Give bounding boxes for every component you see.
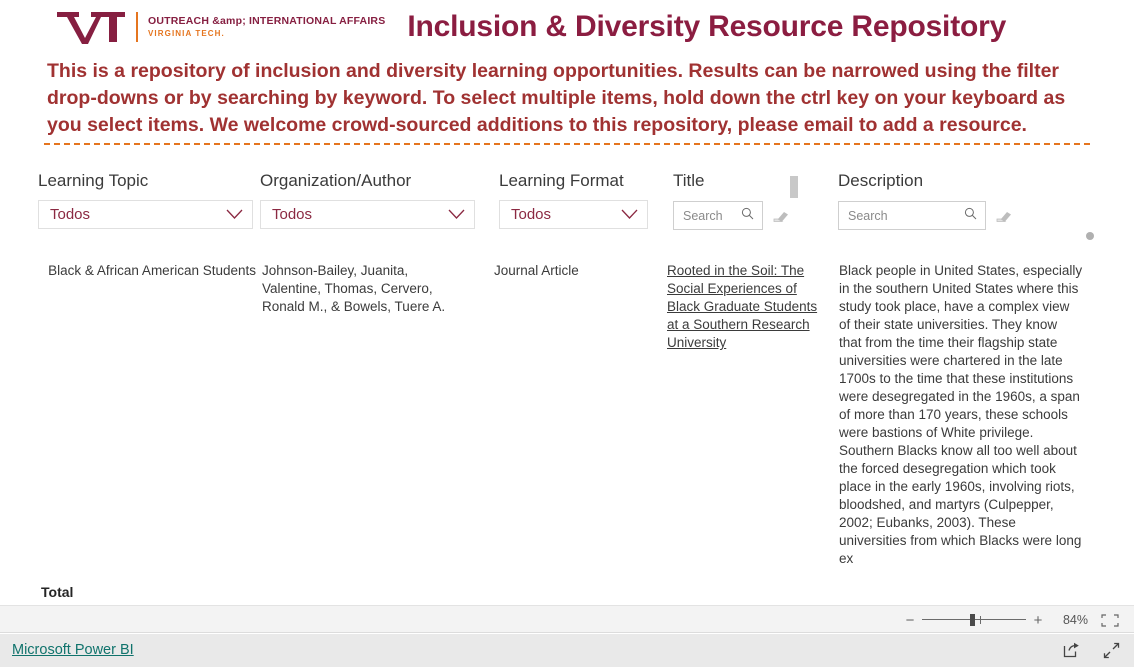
logo-unit-name: OUTREACH &amp; INTERNATIONAL AFFAIRS [148, 15, 386, 28]
eraser-icon-title[interactable] [772, 207, 789, 225]
report-footer: Microsoft Power BI [0, 634, 1134, 667]
filter-bar: Learning Topic Todos Organization/Author… [0, 170, 1134, 250]
intro-paragraph: This is a repository of inclusion and di… [47, 60, 1066, 136]
zoom-slider[interactable] [922, 613, 1026, 627]
results-table: Black & African American Students Johnso… [0, 262, 1134, 582]
page-title: Inclusion & Diversity Resource Repositor… [407, 10, 1007, 43]
search-label-title: Title [673, 171, 705, 190]
zoom-control: − + 84% [904, 606, 1120, 634]
zoom-out-button[interactable]: − [904, 613, 916, 628]
powerbi-report-page: OUTREACH &amp; INTERNATIONAL AFFAIRS VIR… [0, 0, 1134, 667]
zoom-percent-label: 84% [1062, 613, 1088, 627]
dropdown-value-learning-topic: Todos [50, 206, 91, 223]
total-label: Total [41, 584, 74, 600]
logo-university-name: VIRGINIA TECH. [148, 28, 225, 38]
chevron-down-icon [448, 209, 465, 220]
chevron-down-icon [621, 209, 638, 220]
search-label-description: Description [838, 171, 924, 190]
zoom-slider-thumb[interactable] [970, 614, 975, 626]
cell-organization-author: Johnson-Bailey, Juanita, Valentine, Thom… [262, 263, 446, 314]
title-column-scrollbar[interactable] [790, 176, 798, 198]
zoom-slider-tick [980, 616, 981, 624]
filter-organization-author: Organization/Author Todos [260, 170, 475, 229]
logo-text-block: OUTREACH &amp; INTERNATIONAL AFFAIRS VIR… [148, 16, 385, 38]
header-divider [44, 143, 1090, 145]
search-description: Description [838, 170, 1016, 230]
cell-title: Rooted in the Soil: The Social Experienc… [667, 262, 831, 352]
search-row-description [838, 201, 1016, 230]
search-icon[interactable] [964, 207, 977, 225]
vt-brand-lockup: OUTREACH &amp; INTERNATIONAL AFFAIRS VIR… [55, 6, 385, 48]
dropdown-learning-topic[interactable]: Todos [38, 200, 253, 229]
footer-icon-group [1062, 641, 1120, 659]
search-title: Title [673, 170, 789, 230]
search-icon[interactable] [741, 207, 754, 225]
zoom-in-button[interactable]: + [1032, 613, 1044, 628]
vt-logo-icon [55, 7, 127, 47]
scroll-indicator-dot[interactable] [1086, 232, 1094, 240]
dropdown-value-learning-format: Todos [511, 206, 552, 223]
cell-learning-format: Journal Article [494, 263, 579, 278]
search-input-description[interactable] [848, 208, 964, 223]
report-header: OUTREACH &amp; INTERNATIONAL AFFAIRS VIR… [0, 0, 1134, 155]
share-icon[interactable] [1062, 641, 1080, 659]
powerbi-link[interactable]: Microsoft Power BI [12, 642, 134, 658]
filter-label-organization-author: Organization/Author [260, 171, 412, 190]
dropdown-value-organization-author: Todos [272, 206, 313, 223]
fit-to-screen-icon[interactable] [1100, 612, 1120, 628]
fullscreen-icon[interactable] [1102, 641, 1120, 659]
filter-learning-format: Learning Format Todos [499, 170, 648, 229]
cell-learning-topic: Black & African American Students [48, 263, 256, 278]
search-box-description[interactable] [838, 201, 986, 230]
logo-divider [136, 12, 138, 42]
chevron-down-icon [226, 209, 243, 220]
filter-learning-topic: Learning Topic Todos [38, 170, 253, 229]
bottom-toolbar: − + 84% [0, 605, 1134, 633]
search-row-title [673, 201, 789, 230]
title-link[interactable]: Rooted in the Soil: The Social Experienc… [667, 263, 817, 350]
search-input-title[interactable] [683, 208, 742, 223]
eraser-icon-description[interactable] [995, 207, 1013, 225]
cell-description: Black people in United States, especiall… [839, 263, 1083, 566]
filter-label-learning-format: Learning Format [499, 171, 624, 190]
search-box-title[interactable] [673, 201, 764, 230]
filter-label-learning-topic: Learning Topic [38, 171, 149, 190]
dropdown-learning-format[interactable]: Todos [499, 200, 648, 229]
dropdown-organization-author[interactable]: Todos [260, 200, 475, 229]
header-top-row: OUTREACH &amp; INTERNATIONAL AFFAIRS VIR… [55, 6, 1006, 48]
